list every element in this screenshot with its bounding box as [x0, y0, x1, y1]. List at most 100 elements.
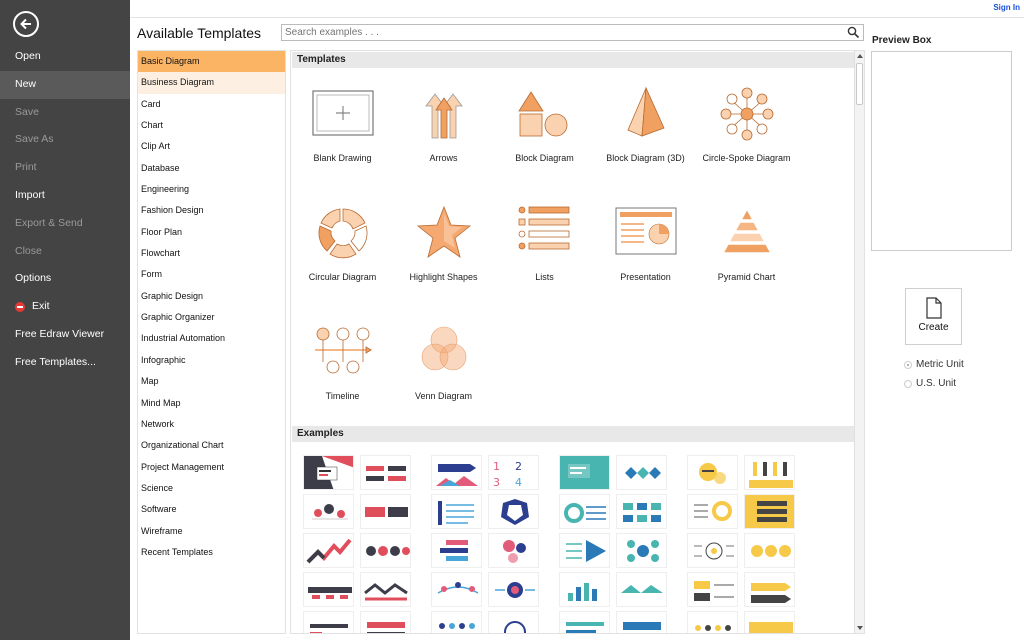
example-thumbnail[interactable] — [744, 455, 795, 490]
category-item-mind-map[interactable]: Mind Map — [138, 393, 285, 414]
example-thumbnail[interactable] — [687, 533, 738, 568]
example-thumbnail[interactable] — [360, 572, 411, 607]
category-item-recent-templates[interactable]: Recent Templates — [138, 542, 285, 563]
category-item-engineering[interactable]: Engineering — [138, 179, 285, 200]
example-thumbnail[interactable] — [687, 494, 738, 529]
sidebar-item-free-edraw-viewer[interactable]: Free Edraw Viewer — [0, 321, 130, 349]
category-item-basic-diagram[interactable]: Basic Diagram — [138, 51, 285, 73]
example-thumbnail[interactable] — [616, 494, 667, 529]
category-item-infographic[interactable]: Infographic — [138, 350, 285, 371]
category-item-software[interactable]: Software — [138, 499, 285, 520]
category-item-science[interactable]: Science — [138, 478, 285, 499]
back-button[interactable] — [13, 11, 39, 37]
template-circular-diagram[interactable]: Circular Diagram — [292, 203, 393, 283]
template-arrows[interactable]: Arrows — [393, 84, 494, 164]
example-thumbnail[interactable] — [616, 533, 667, 568]
example-thumbnail[interactable] — [360, 455, 411, 490]
example-thumbnail[interactable] — [431, 533, 482, 568]
example-thumbnail[interactable] — [360, 611, 411, 633]
example-thumbnail[interactable] — [616, 572, 667, 607]
template-block-diagram-3d[interactable]: Block Diagram (3D) — [595, 84, 696, 164]
unit-option-metric[interactable]: Metric Unit — [904, 359, 964, 370]
unit-option-us[interactable]: U.S. Unit — [904, 378, 956, 389]
sidebar-item-save[interactable]: Save — [0, 99, 130, 127]
category-item-organizational-chart[interactable]: Organizational Chart — [138, 435, 285, 456]
template-pyramid-chart[interactable]: Pyramid Chart — [696, 203, 797, 283]
sidebar-item-new[interactable]: New — [0, 70, 130, 99]
example-thumbnail[interactable] — [431, 494, 482, 529]
example-thumbnail[interactable] — [744, 611, 795, 633]
category-item-project-management[interactable]: Project Management — [138, 457, 285, 478]
example-thumbnail[interactable] — [488, 494, 539, 529]
category-item-graphic-design[interactable]: Graphic Design — [138, 286, 285, 307]
example-thumbnail[interactable] — [744, 572, 795, 607]
template-timeline[interactable]: Timeline — [292, 322, 393, 402]
example-thumbnail[interactable] — [559, 494, 610, 529]
category-item-chart[interactable]: Chart — [138, 115, 285, 136]
example-thumbnail[interactable] — [303, 455, 354, 490]
template-block-diagram[interactable]: Block Diagram — [494, 84, 595, 164]
sidebar-item-free-templates[interactable]: Free Templates... — [0, 349, 130, 377]
example-thumbnail[interactable] — [559, 533, 610, 568]
category-item-wireframe[interactable]: Wireframe — [138, 521, 285, 542]
example-thumbnail[interactable] — [303, 533, 354, 568]
category-item-industrial-automation[interactable]: Industrial Automation — [138, 328, 285, 349]
category-item-network[interactable]: Network — [138, 414, 285, 435]
category-item-form[interactable]: Form — [138, 264, 285, 285]
sidebar-item-print[interactable]: Print — [0, 154, 130, 182]
create-button[interactable]: Create — [905, 288, 962, 345]
example-thumbnail[interactable] — [744, 533, 795, 568]
template-lists[interactable]: Lists — [494, 203, 595, 283]
category-item-map[interactable]: Map — [138, 371, 285, 392]
scroll-down-arrow-icon[interactable] — [857, 626, 863, 630]
example-thumbnail[interactable] — [431, 611, 482, 633]
sidebar-item-save-as[interactable]: Save As — [0, 126, 130, 154]
example-thumbnail[interactable] — [360, 533, 411, 568]
sidebar-item-close[interactable]: Close — [0, 238, 130, 266]
example-thumbnail[interactable] — [488, 611, 539, 633]
category-item-clip-art[interactable]: Clip Art — [138, 136, 285, 157]
search-icon[interactable] — [847, 26, 860, 39]
category-item-flowchart[interactable]: Flowchart — [138, 243, 285, 264]
scrollbar-thumb[interactable] — [856, 63, 863, 105]
radio-metric-unit[interactable] — [904, 360, 912, 369]
search-input[interactable] — [282, 25, 842, 40]
template-blank-drawing[interactable]: Blank Drawing — [292, 84, 393, 164]
template-highlight-shapes[interactable]: Highlight Shapes — [393, 203, 494, 283]
template-circle-spoke-diagram[interactable]: Circle-Spoke Diagram — [696, 84, 797, 164]
example-thumbnail[interactable]: 1 2 3 4 — [488, 455, 539, 490]
example-thumbnail[interactable] — [303, 572, 354, 607]
category-item-fashion-design[interactable]: Fashion Design — [138, 200, 285, 221]
example-thumbnail[interactable] — [687, 455, 738, 490]
example-thumbnail[interactable] — [559, 572, 610, 607]
example-thumbnail[interactable] — [488, 533, 539, 568]
example-thumbnail[interactable] — [616, 611, 667, 633]
example-thumbnail[interactable] — [616, 455, 667, 490]
category-item-floor-plan[interactable]: Floor Plan — [138, 222, 285, 243]
example-thumbnail[interactable] — [687, 572, 738, 607]
category-item-business-diagram[interactable]: Business Diagram — [138, 72, 285, 94]
scroll-up-arrow-icon[interactable] — [857, 54, 863, 58]
template-venn-diagram[interactable]: Venn Diagram — [393, 322, 494, 402]
sidebar-item-import[interactable]: Import — [0, 182, 130, 210]
example-thumbnail[interactable] — [559, 611, 610, 633]
sidebar-item-export-send[interactable]: Export & Send — [0, 210, 130, 238]
example-thumbnail[interactable] — [431, 572, 482, 607]
example-thumbnail[interactable] — [559, 455, 610, 490]
example-thumbnail[interactable] — [744, 494, 795, 529]
category-item-database[interactable]: Database — [138, 158, 285, 179]
template-presentation[interactable]: Presentation — [595, 203, 696, 283]
category-item-graphic-organizer[interactable]: Graphic Organizer — [138, 307, 285, 328]
radio-us-unit[interactable] — [904, 379, 912, 388]
example-thumbnail[interactable] — [488, 572, 539, 607]
example-thumbnail[interactable] — [687, 611, 738, 633]
example-thumbnail[interactable] — [360, 494, 411, 529]
sidebar-item-open[interactable]: Open — [0, 43, 130, 71]
sidebar-item-exit[interactable]: Exit — [0, 293, 130, 321]
gallery-scrollbar[interactable] — [854, 51, 864, 633]
category-item-card[interactable]: Card — [138, 94, 285, 115]
example-thumbnail[interactable] — [431, 455, 482, 490]
sidebar-item-options[interactable]: Options — [0, 265, 130, 293]
example-thumbnail[interactable] — [303, 611, 354, 633]
sign-in-link[interactable]: Sign In — [993, 3, 1020, 12]
